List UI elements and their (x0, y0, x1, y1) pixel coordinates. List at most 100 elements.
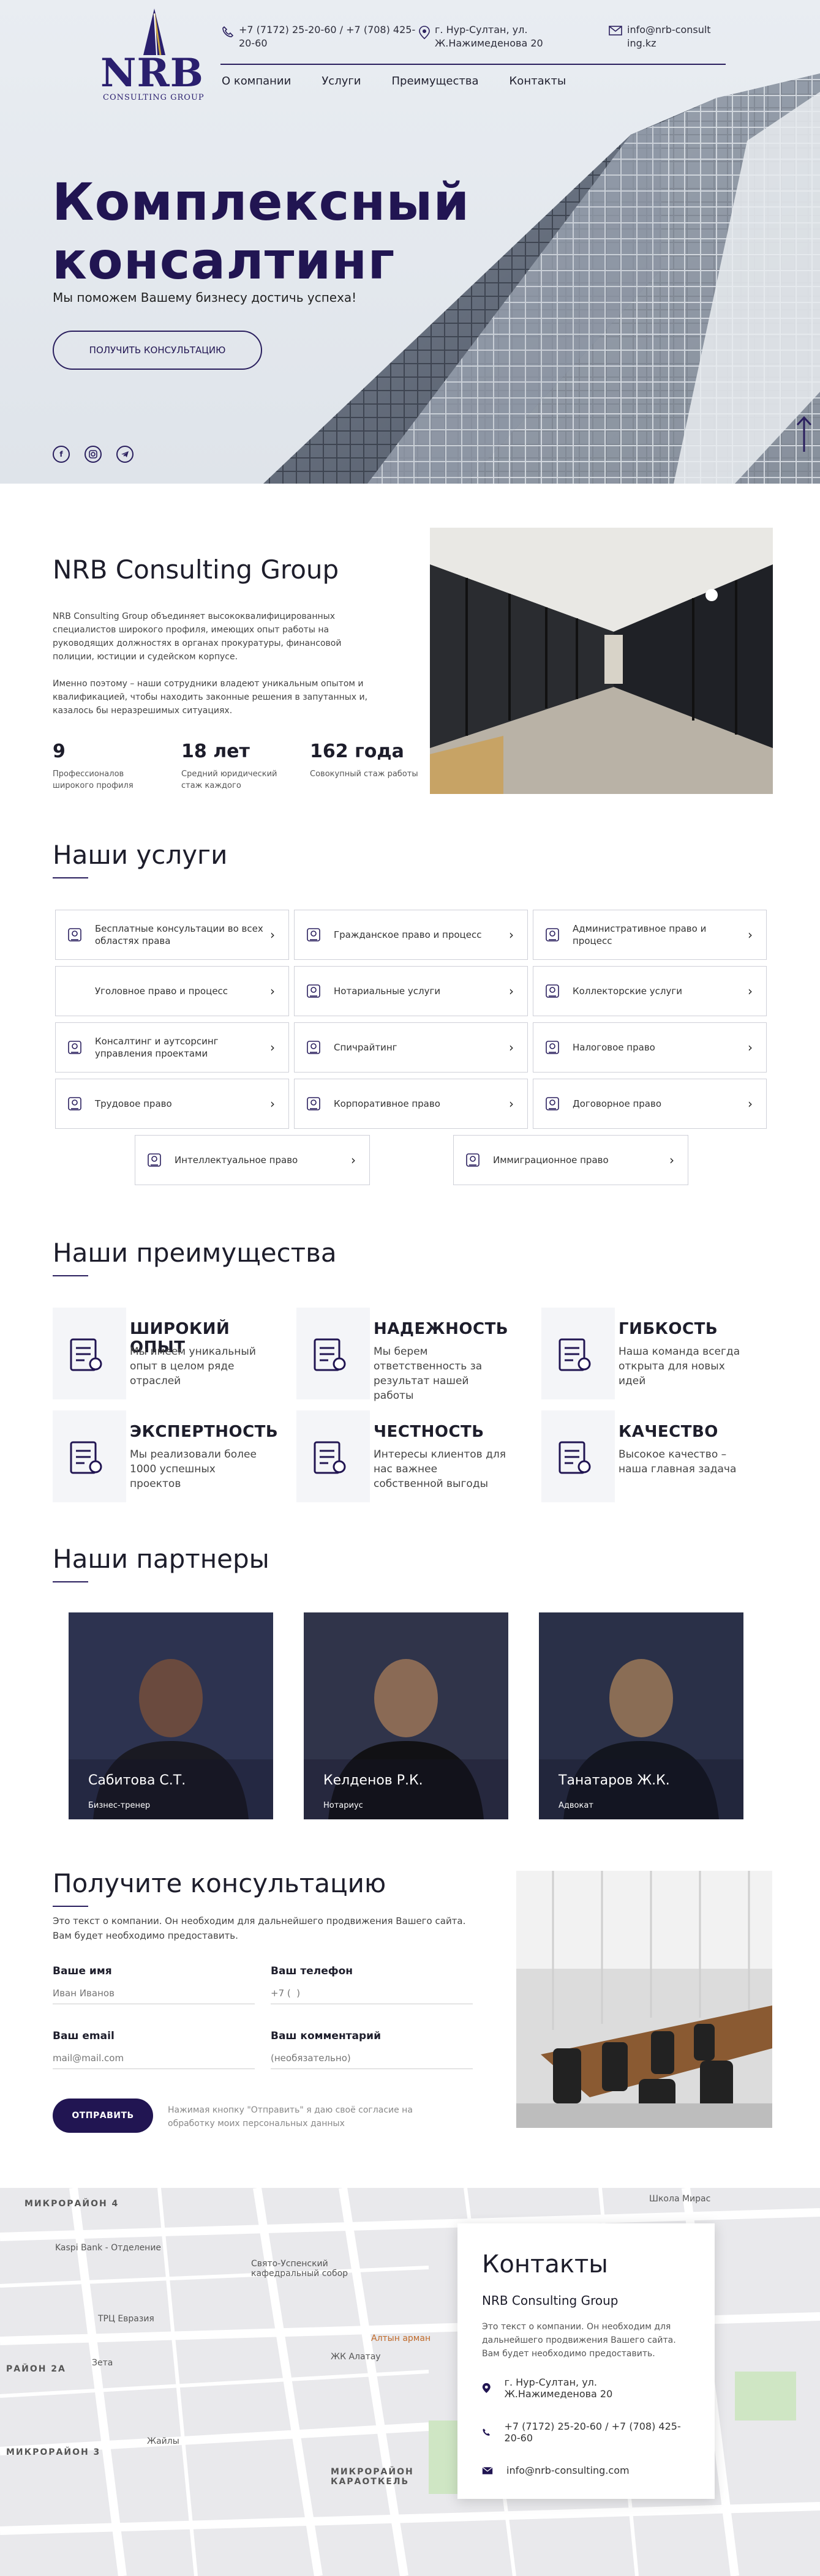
scroll-up-arrow-icon[interactable] (795, 416, 813, 453)
header-email[interactable]: info@nrb-consulting.kz (609, 23, 713, 50)
header-phones[interactable]: +7 (7172) 25-20-60 / +7 (708) 425-20-60 (222, 23, 424, 50)
map-label: ЖК Алатау (331, 2352, 381, 2362)
name-input[interactable] (53, 1982, 255, 2004)
nav-item-advantages[interactable]: Преимущества (392, 75, 479, 88)
chevron-right-icon: › (270, 1096, 275, 1111)
tax-law-icon (543, 1038, 562, 1057)
phone-icon (483, 2428, 491, 2436)
stat-number: 9 (53, 741, 66, 762)
stat-label: Средний юридический стаж каждого (181, 769, 277, 790)
service-item-admin-law[interactable]: Административное право и процесс › (533, 910, 767, 960)
chevron-right-icon: › (748, 927, 753, 942)
office-corridor-image (430, 528, 773, 794)
advantage-desc: Наша команда всегда открыта для новых ид… (619, 1346, 740, 1387)
service-item-notary[interactable]: Нотариальные услуги › (294, 966, 528, 1016)
submit-button[interactable]: ОТПРАВИТЬ (53, 2099, 153, 2133)
stat-number: 162 года (310, 741, 404, 762)
contacts-email[interactable]: info@nrb-consulting.com (482, 2465, 690, 2476)
contacts-phone[interactable]: +7 (7172) 25-20-60 / +7 (708) 425-20-60 (482, 2421, 690, 2444)
partner-card[interactable]: Танатаров Ж.К. Адвокат (539, 1612, 743, 1819)
chevron-right-icon: › (509, 984, 514, 998)
chevron-right-icon: › (270, 984, 275, 998)
map-label: Kaspi Bank - Отделение (55, 2243, 162, 2253)
service-item-speechwriting[interactable]: Спичрайтинг › (294, 1022, 528, 1073)
hero-title: Комплексный консалтинг (52, 173, 470, 290)
service-label: Административное право и процесс (573, 923, 707, 946)
map-label: Школа Мирас (649, 2194, 711, 2204)
partner-photo (539, 1612, 743, 1819)
flexibility-icon (559, 1338, 591, 1371)
advantage-desc: Высокое качество – наша главная задача (619, 1448, 737, 1475)
map-label: Алтын арман (371, 2334, 431, 2343)
chevron-right-icon: › (270, 1040, 275, 1055)
chevron-right-icon: › (748, 984, 753, 998)
header-address: г. Нур-Султан, ул. Ж.Нажимеденова 20 (419, 23, 554, 50)
nav-item-about[interactable]: О компании (222, 75, 291, 88)
about-paragraph-1: NRB Consulting Group объединяет высококв… (53, 612, 342, 662)
map-label: МИКРОРАЙОН КАРАОТКЕЛЬ (331, 2467, 414, 2487)
instagram-icon[interactable] (85, 446, 102, 463)
mail-icon (482, 2466, 493, 2474)
service-item-corporate-law[interactable]: Корпоративное право › (294, 1079, 528, 1129)
email-label: Ваш email (53, 2030, 115, 2042)
phone-icon (222, 26, 234, 37)
admin-law-icon (543, 926, 562, 944)
advantages-title: Наши преимущества (53, 1238, 337, 1276)
get-consultation-button[interactable]: ПОЛУЧИТЬ КОНСУЛЬТАЦИЮ (53, 331, 262, 370)
partner-card[interactable]: Келденов Р.К. Нотариус (304, 1612, 508, 1819)
intellectual-law-icon (145, 1151, 164, 1169)
comment-input[interactable] (271, 2047, 473, 2069)
service-item-labor-law[interactable]: Трудовое право › (55, 1079, 289, 1129)
mail-icon (609, 26, 622, 36)
speechwriting-icon (304, 1038, 323, 1057)
about-title: NRB Consulting Group (53, 555, 339, 585)
header-address-text: г. Нур-Султан, ул. Ж.Нажимеденова 20 (435, 24, 543, 49)
phone-input[interactable] (271, 1982, 473, 2004)
map-label: ТРЦ Евразия (98, 2314, 154, 2324)
experience-icon (70, 1338, 102, 1371)
partner-card[interactable]: Сабитова С.Т. Бизнес-тренер (69, 1612, 273, 1819)
chevron-right-icon: › (748, 1040, 753, 1055)
service-item-free-consultation[interactable]: Бесплатные консультации во всех областях… (55, 910, 289, 960)
service-item-immigration-law[interactable]: Иммиграционное право › (453, 1135, 688, 1185)
location-icon (419, 26, 430, 39)
team-icon (70, 1441, 102, 1474)
stat-item: 18 лет Средний юридический стаж каждого (181, 741, 310, 792)
service-item-collector[interactable]: Коллекторские услуги › (533, 966, 767, 1016)
email-input[interactable] (53, 2047, 255, 2069)
contract-law-icon (543, 1095, 562, 1113)
service-label: Коллекторские услуги (573, 986, 682, 997)
partner-role: Бизнес-тренер (88, 1801, 151, 1810)
chevron-right-icon: › (669, 1153, 674, 1167)
briefcase-icon (314, 1338, 346, 1371)
service-label: Корпоративное право (334, 1098, 440, 1109)
advantage-item: НАДЕЖНОСТЬ Мы берем ответственность за ре… (296, 1308, 529, 1402)
partner-name: Келденов Р.К. (323, 1773, 423, 1788)
service-label: Договорное право (573, 1098, 662, 1109)
hero-section: NRB CONSULTING GROUP +7 (7172) 25-20-60 … (0, 0, 820, 484)
contacts-address: г. Нур-Султан, ул. Ж.Нажимеденова 20 (482, 2376, 690, 2400)
service-item-criminal-law[interactable]: Уголовное право и процесс › (55, 966, 289, 1016)
service-item-intellectual-law[interactable]: Интеллектуальное право › (135, 1135, 370, 1185)
facebook-icon[interactable]: f (53, 446, 70, 463)
nav-item-services[interactable]: Услуги (322, 75, 361, 88)
main-nav: О компании Услуги Преимущества Контакты (222, 75, 566, 88)
service-label: Спичрайтинг (334, 1042, 397, 1053)
nav-item-contacts[interactable]: Контакты (510, 75, 566, 88)
chevron-right-icon: › (509, 1040, 514, 1055)
logo[interactable]: NRB CONSULTING GROUP (98, 7, 204, 102)
empty-icon-slot (66, 982, 84, 1000)
comment-label: Ваш комментарий (271, 2030, 382, 2042)
telegram-icon[interactable] (116, 446, 134, 463)
immigration-law-icon (464, 1151, 482, 1169)
service-item-outsourcing[interactable]: Консалтинг и аутсорсинг управления проек… (55, 1022, 289, 1073)
chevron-right-icon: › (351, 1153, 356, 1167)
advantage-title: ЧЕСТНОСТЬ (374, 1423, 484, 1441)
service-item-contract-law[interactable]: Договорное право › (533, 1079, 767, 1129)
advantage-item: ЭКСПЕРТНОСТЬ Мы реализовали более 1000 ус… (53, 1410, 285, 1502)
partner-name: Танатаров Ж.К. (559, 1773, 670, 1788)
service-item-tax-law[interactable]: Налоговое право › (533, 1022, 767, 1073)
service-item-civil-law[interactable]: Гражданское право и процесс › (294, 910, 528, 960)
advantage-item: ГИБКОСТЬ Наша команда всегда открыта для … (541, 1308, 774, 1399)
hero-title-line2: консалтинг (52, 231, 396, 291)
